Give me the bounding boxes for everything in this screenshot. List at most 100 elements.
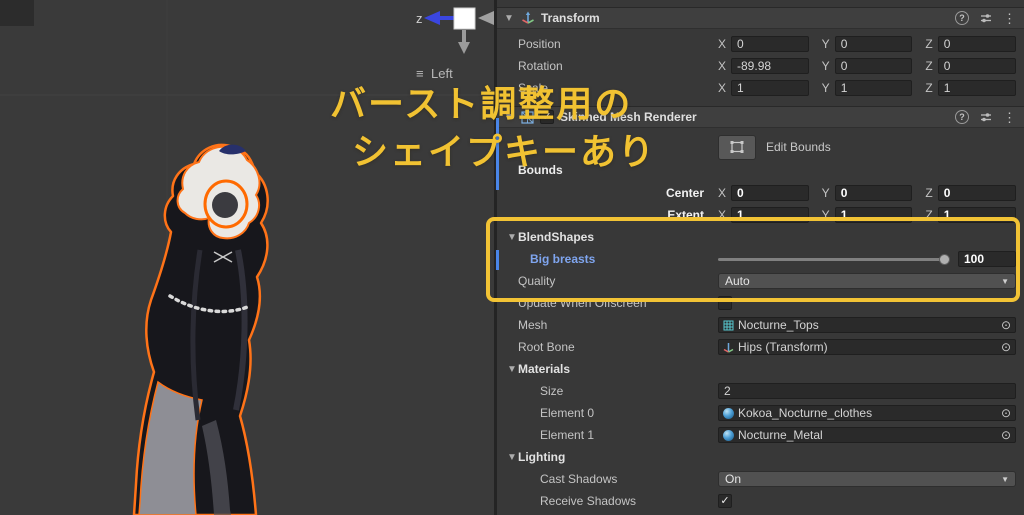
element-1-object-field[interactable]: Nocturne_Metal ⊙ <box>718 427 1016 443</box>
help-icon[interactable]: ? <box>955 11 969 25</box>
lighting-foldout[interactable]: ▼ Lighting <box>497 448 1024 466</box>
presets-icon[interactable] <box>980 12 992 24</box>
object-picker-icon[interactable]: ⊙ <box>1001 341 1011 353</box>
element-0-label: Element 0 <box>540 406 595 420</box>
extent-z-field[interactable]: 1 <box>937 207 1017 223</box>
kebab-menu-icon[interactable]: ⋮ <box>1003 12 1016 25</box>
blendshapes-title: BlendShapes <box>518 230 595 244</box>
extent-y-field[interactable]: 1 <box>834 207 913 223</box>
object-picker-icon[interactable]: ⊙ <box>1001 319 1011 331</box>
z-axis-arrow-icon[interactable] <box>424 11 440 25</box>
transform-icon <box>723 342 734 353</box>
x-axis-label: X <box>718 59 727 73</box>
blendshape-slider[interactable] <box>718 253 950 265</box>
rotation-y-field[interactable]: 0 <box>834 58 913 74</box>
y-axis-label: Y <box>821 208 830 222</box>
y-axis-label: Y <box>821 81 830 95</box>
scale-x-field[interactable]: 1 <box>731 80 809 96</box>
position-z-field[interactable]: 0 <box>937 36 1017 52</box>
gizmo-cube-icon[interactable] <box>453 7 476 30</box>
object-picker-icon[interactable]: ⊙ <box>1001 429 1011 441</box>
receive-shadows-checkbox[interactable]: ✓ <box>718 494 732 508</box>
kebab-menu-icon[interactable]: ⋮ <box>1003 111 1016 124</box>
transform-header[interactable]: ▼ Transform ? ⋮ <box>497 7 1024 29</box>
skinned-mesh-renderer-icon <box>521 110 534 124</box>
x-axis-label: X <box>718 81 727 95</box>
edit-bounds-label: Edit Bounds <box>766 140 831 154</box>
center-label: Center <box>665 186 704 200</box>
view-orientation-label[interactable]: Left <box>431 66 453 81</box>
rotation-z-field[interactable]: 0 <box>937 58 1017 74</box>
orientation-gizmo[interactable]: z <box>416 7 494 54</box>
mesh-icon <box>723 320 734 330</box>
material-element-row: Element 1 Nocturne_Metal ⊙ <box>497 426 1024 444</box>
foldout-icon[interactable]: ▼ <box>506 452 518 463</box>
bounds-center-row: Center X0 Y0 Z0 <box>497 184 1024 202</box>
character-model[interactable] <box>132 143 269 515</box>
edit-bounds-button[interactable] <box>718 134 756 160</box>
mesh-value: Nocturne_Tops <box>738 318 819 332</box>
scale-label: Scale <box>518 81 549 95</box>
receive-shadows-label: Receive Shadows <box>540 494 637 508</box>
component-title: Skinned Mesh Renderer <box>560 110 697 124</box>
cast-shadows-label: Cast Shadows <box>540 472 618 486</box>
element-0-value: Kokoa_Nocturne_clothes <box>738 406 873 420</box>
scene-canvas: z ≡ Left <box>0 0 494 515</box>
slider-handle[interactable] <box>939 253 950 265</box>
element-1-value: Nocturne_Metal <box>738 428 823 442</box>
center-y-field[interactable]: 0 <box>834 185 913 201</box>
cast-shadows-value: On <box>725 472 742 486</box>
materials-size-field[interactable]: 2 <box>718 383 1016 399</box>
material-icon <box>723 429 734 441</box>
mesh-row: Mesh Nocturne_Tops ⊙ <box>497 316 1024 334</box>
root-bone-object-field[interactable]: Hips (Transform) ⊙ <box>718 339 1016 355</box>
x-axis-label: X <box>718 208 727 222</box>
rotation-x-field[interactable]: -89.98 <box>731 58 809 74</box>
blendshapes-foldout[interactable]: ▼ BlendShapes <box>497 228 1024 246</box>
scene-view[interactable]: z ≡ Left <box>0 0 494 515</box>
receive-shadows-row: Receive Shadows ✓ <box>497 492 1024 510</box>
x-axis-label: X <box>718 186 727 200</box>
presets-icon[interactable] <box>980 111 992 123</box>
side-axis-cone-icon[interactable] <box>478 11 494 25</box>
cast-shadows-dropdown[interactable]: On ▼ <box>718 471 1016 487</box>
chevron-down-icon: ▼ <box>1001 474 1009 484</box>
override-indicator <box>496 118 499 190</box>
foldout-icon[interactable]: ▼ <box>503 13 515 24</box>
menu-icon: ≡ <box>416 66 424 81</box>
mesh-label: Mesh <box>518 318 548 332</box>
skinned-mesh-renderer-header[interactable]: ▼ ✓ Skinned Mesh Renderer ? ⋮ <box>497 106 1024 128</box>
transform-icon <box>522 11 534 24</box>
scale-y-field[interactable]: 1 <box>834 80 913 96</box>
blendshape-row: Big breasts 100 <box>497 250 1024 268</box>
component-title: Transform <box>541 11 600 25</box>
center-z-field[interactable]: 0 <box>937 185 1017 201</box>
scale-z-field[interactable]: 1 <box>937 80 1017 96</box>
extent-x-field[interactable]: 1 <box>731 207 809 223</box>
quality-dropdown[interactable]: Auto ▼ <box>718 273 1016 289</box>
foldout-icon[interactable]: ▼ <box>503 112 515 123</box>
root-bone-value: Hips (Transform) <box>738 340 828 354</box>
scale-row: Scale X1 Y1 Z1 <box>497 79 1024 97</box>
element-0-object-field[interactable]: Kokoa_Nocturne_clothes ⊙ <box>718 405 1016 421</box>
rotation-label: Rotation <box>518 59 563 73</box>
x-axis-label: X <box>718 37 727 51</box>
down-axis-arrow-icon[interactable] <box>458 42 470 54</box>
help-icon[interactable]: ? <box>955 110 969 124</box>
foldout-icon[interactable]: ▼ <box>506 232 518 243</box>
position-y-field[interactable]: 0 <box>834 36 913 52</box>
blendshape-value-field[interactable]: 100 <box>958 251 1016 267</box>
component-enabled-checkbox[interactable]: ✓ <box>540 110 554 124</box>
mesh-object-field[interactable]: Nocturne_Tops ⊙ <box>718 317 1016 333</box>
center-x-field[interactable]: 0 <box>731 185 809 201</box>
quality-row: Quality Auto ▼ <box>497 272 1024 290</box>
position-x-field[interactable]: 0 <box>731 36 809 52</box>
materials-foldout[interactable]: ▼ Materials <box>497 360 1024 378</box>
object-picker-icon[interactable]: ⊙ <box>1001 407 1011 419</box>
foldout-icon[interactable]: ▼ <box>506 364 518 375</box>
edit-bounds-row: Edit Bounds <box>718 134 1016 160</box>
z-axis-label: Z <box>925 208 933 222</box>
inspector-panel: ▼ Transform ? ⋮ Position X 0 Y 0 Z 0 Rot… <box>497 0 1024 515</box>
update-when-offscreen-checkbox[interactable] <box>718 296 732 310</box>
size-label: Size <box>540 384 564 398</box>
